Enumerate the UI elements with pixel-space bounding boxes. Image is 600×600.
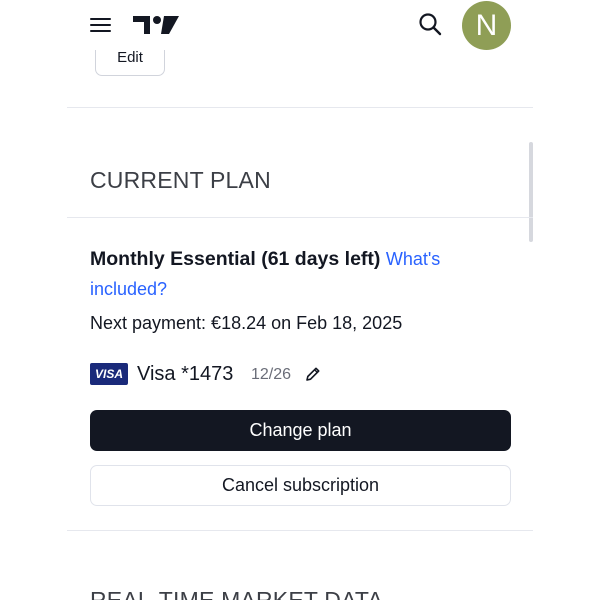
card-expiry: 12/26 <box>251 366 292 383</box>
cancel-subscription-button[interactable]: Cancel subscription <box>90 465 511 506</box>
card-name: Visa *1473 <box>137 363 234 385</box>
pencil-icon[interactable] <box>304 365 322 383</box>
visa-card-icon: VISA <box>90 363 128 385</box>
next-payment-info: Next payment: €18.24 on Feb 18, 2025 <box>90 313 403 333</box>
scrollbar-thumb[interactable] <box>529 142 533 242</box>
section-divider <box>67 217 533 218</box>
tradingview-logo-icon[interactable] <box>133 13 179 37</box>
change-plan-button[interactable]: Change plan <box>90 410 511 451</box>
top-header: N <box>0 0 600 50</box>
real-time-market-data-heading: REAL-TIME MARKET DATA <box>90 587 384 600</box>
user-avatar[interactable]: N <box>462 1 511 50</box>
section-divider <box>67 107 533 108</box>
plan-name: Monthly Essential (61 days left) <box>90 248 381 270</box>
payment-card-row: VISA Visa *1473 12/26 <box>90 361 350 387</box>
hamburger-menu-icon[interactable] <box>88 14 112 36</box>
current-plan-heading: CURRENT PLAN <box>90 167 271 193</box>
search-icon[interactable] <box>417 11 443 37</box>
plan-description: Monthly Essential (61 days left) What's … <box>90 244 470 304</box>
section-divider <box>67 530 533 531</box>
account-billing-page: Edit N CURRENT PLAN Monthly Essential (6… <box>0 0 600 600</box>
